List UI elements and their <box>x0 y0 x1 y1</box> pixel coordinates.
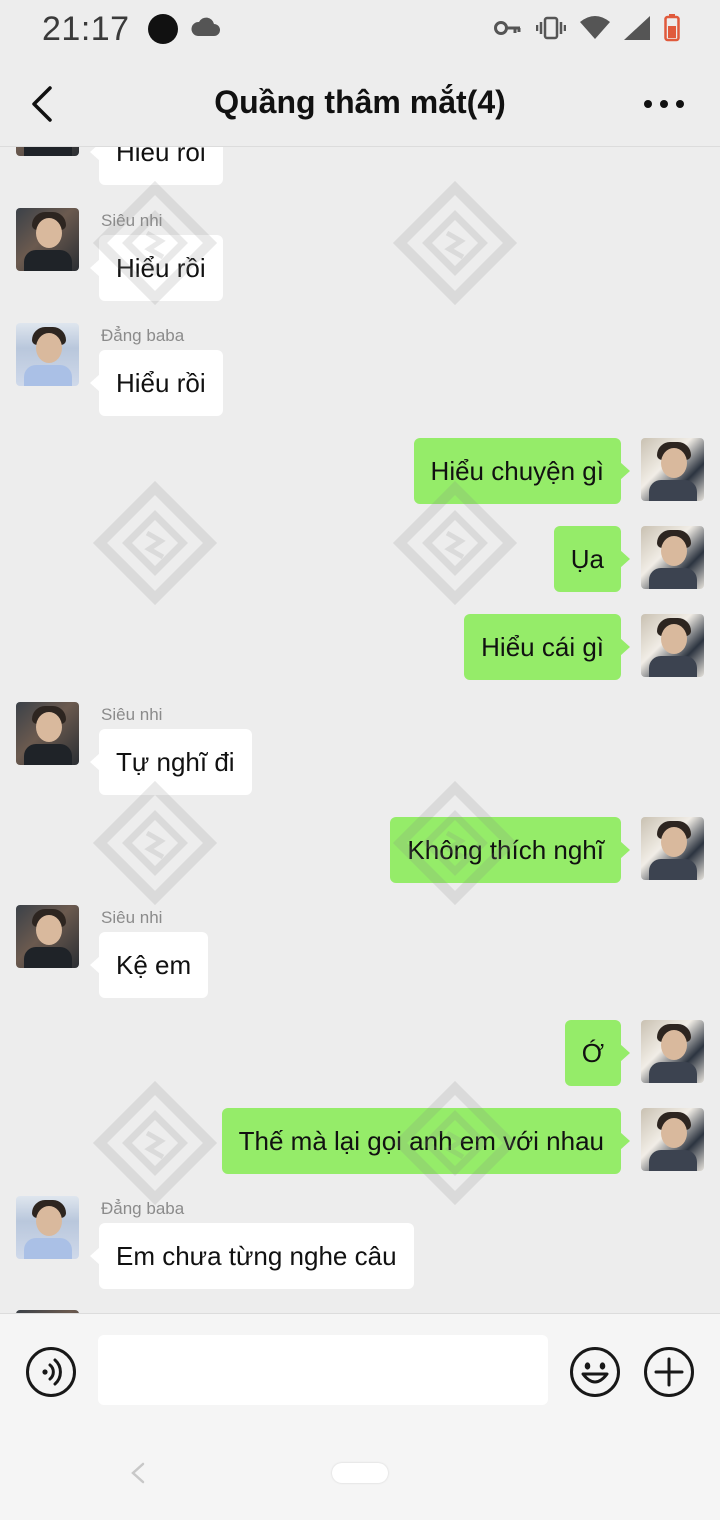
vibrate-icon <box>536 16 566 40</box>
message-bubble[interactable]: Ụa <box>553 526 631 592</box>
system-home-pill[interactable] <box>332 1463 388 1483</box>
sender-name: Siêu nhi <box>101 908 163 927</box>
avatar[interactable] <box>641 526 704 589</box>
avatar[interactable] <box>16 1196 79 1259</box>
sender-name: Đẳng baba <box>101 326 185 345</box>
sender-name: Đẳng baba <box>101 1199 185 1218</box>
emoji-icon[interactable] <box>569 1346 621 1398</box>
message-bubble[interactable]: Kệ em <box>89 932 209 998</box>
plus-icon[interactable] <box>643 1346 695 1398</box>
message-bubble[interactable]: Không thích nghĩ <box>390 817 630 883</box>
avatar[interactable] <box>641 438 704 501</box>
avatar[interactable] <box>641 1020 704 1083</box>
message-bubble[interactable]: Hiểu rồi <box>90 350 223 416</box>
signal-icon <box>624 16 650 40</box>
avatar[interactable] <box>16 147 79 156</box>
system-nav-bar <box>0 1425 720 1520</box>
avatar[interactable] <box>16 323 79 386</box>
message-bubble[interactable]: Hiểu rồi <box>90 235 223 301</box>
input-bar <box>0 1313 720 1426</box>
status-bar: 21:17 <box>0 0 720 62</box>
avatar[interactable] <box>16 702 79 765</box>
avatar[interactable] <box>16 208 79 271</box>
avatar[interactable] <box>641 614 704 677</box>
avatar[interactable] <box>641 817 704 880</box>
chat-title: Quầng thâm mắt(4) <box>214 84 506 120</box>
system-back-icon[interactable] <box>128 1461 148 1485</box>
nav-bar: Quầng thâm mắt(4) <box>0 62 720 147</box>
message-bubble[interactable]: Tự nghĩ đi <box>90 729 252 795</box>
avatar[interactable] <box>16 905 79 968</box>
message-bubble[interactable]: Em chưa từng nghe câu <box>90 1223 414 1289</box>
more-dots-icon[interactable] <box>640 92 688 116</box>
record-dot-icon <box>148 14 178 44</box>
message-bubble[interactable]: Ớ <box>564 1020 631 1086</box>
key-icon <box>494 21 521 35</box>
voice-icon[interactable] <box>25 1346 77 1398</box>
message-bubble[interactable]: Thế mà lại gọi anh em với nhau <box>221 1108 631 1174</box>
wifi-icon <box>580 16 610 39</box>
status-time: 21:17 <box>42 10 130 48</box>
battery-icon <box>664 14 680 42</box>
avatar[interactable] <box>641 1108 704 1171</box>
chat-list[interactable]: Hiểu rồi Siêu nhi Hiểu rồi Đẳng baba Hiể… <box>0 147 720 1313</box>
message-bubble[interactable]: Hiểu rồi <box>90 147 223 185</box>
cloud-icon <box>191 17 220 36</box>
sender-name: Siêu nhi <box>101 705 163 724</box>
sender-name: Siêu nhi <box>101 211 163 230</box>
message-bubble[interactable]: Hiểu cái gì <box>464 614 630 680</box>
message-input[interactable] <box>98 1335 548 1405</box>
message-bubble[interactable]: Hiểu chuyện gì <box>413 438 631 504</box>
